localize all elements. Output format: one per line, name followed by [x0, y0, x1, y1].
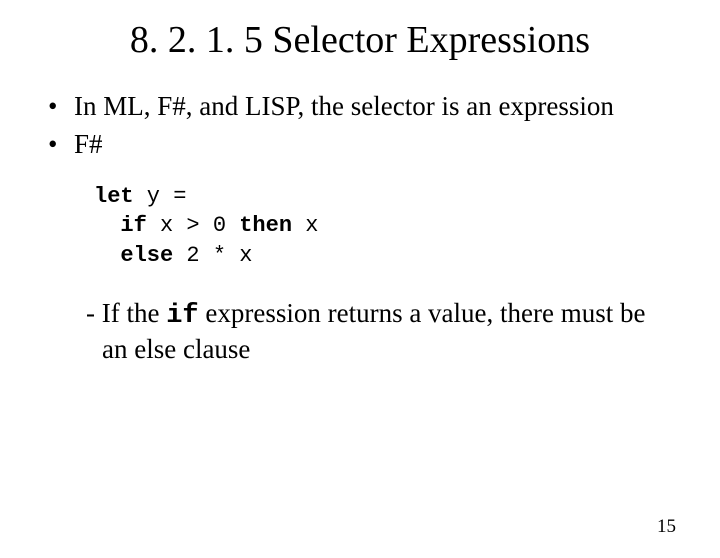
slide-title: 8. 2. 1. 5 Selector Expressions — [0, 18, 720, 62]
code-keyword: if — [166, 301, 198, 331]
code-keyword: then — [239, 213, 292, 238]
note-text: - If the if expression returns a value, … — [86, 297, 672, 368]
code-keyword: else — [120, 243, 173, 268]
code-keyword: if — [120, 213, 146, 238]
note-pre: - If the — [86, 298, 166, 328]
bullet-list: In ML, F#, and LISP, the selector is an … — [48, 90, 672, 162]
code-block: let y = if x > 0 then x else 2 * x — [94, 182, 672, 271]
code-text: y = — [134, 184, 187, 209]
code-keyword: let — [94, 184, 134, 209]
code-text: x > 0 — [147, 213, 239, 238]
bullet-item: F# — [48, 128, 672, 162]
page-number: 15 — [657, 516, 676, 538]
bullet-item: In ML, F#, and LISP, the selector is an … — [48, 90, 672, 124]
code-text: x — [292, 213, 318, 238]
slide-content: In ML, F#, and LISP, the selector is an … — [0, 90, 720, 367]
code-text: 2 * x — [173, 243, 252, 268]
